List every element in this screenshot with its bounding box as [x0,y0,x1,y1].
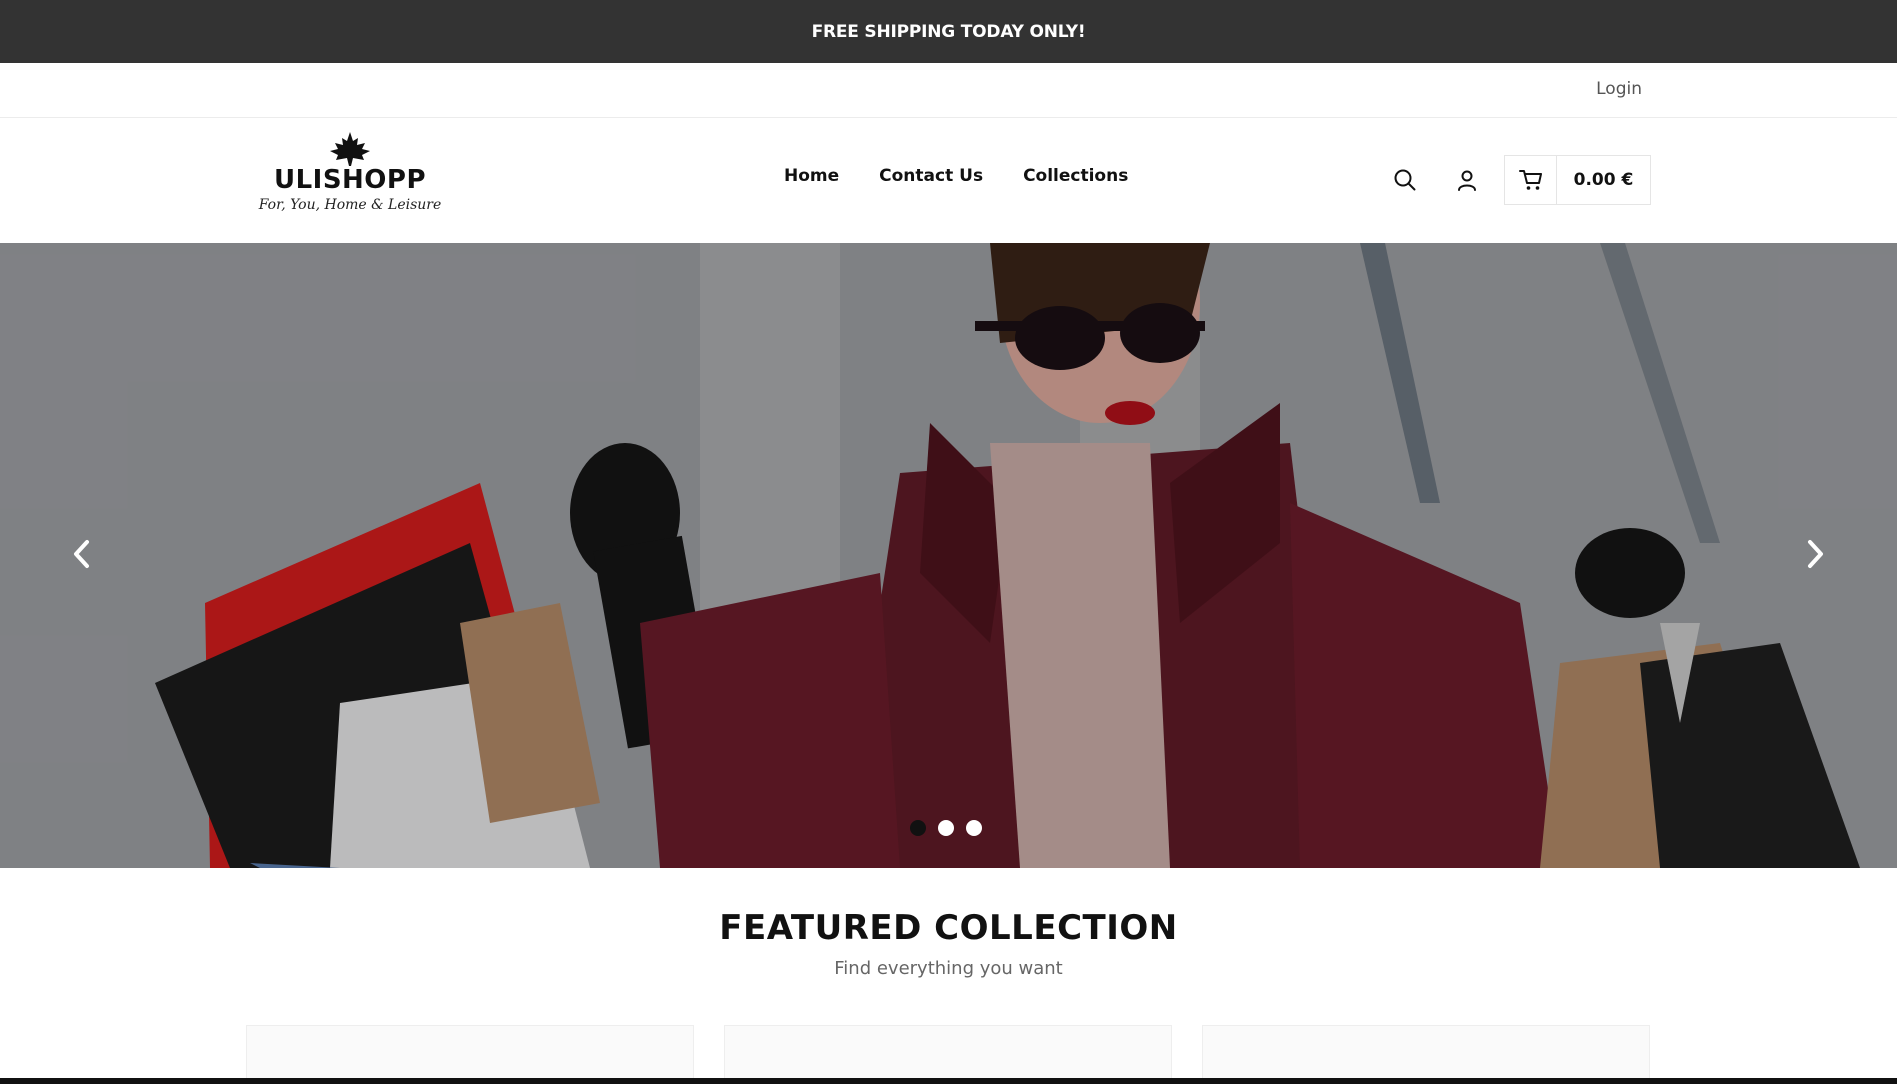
cart-total: 0.00 € [1573,170,1634,190]
slider-dot-2[interactable] [938,820,954,836]
login-link[interactable]: Login [1596,79,1642,99]
nav-home[interactable]: Home [784,166,839,186]
slider-prev-button[interactable] [62,529,102,579]
logo-tagline: For, You, Home & Leisure [258,197,442,213]
cart-icon [1518,170,1542,190]
top-utility-bar: Login [0,63,1897,118]
chevron-left-icon [74,540,89,568]
main-nav: Home Contact Us Collections [784,166,1128,186]
slider-dot-3[interactable] [966,820,982,836]
search-icon [1394,169,1416,191]
slider-next-button[interactable] [1795,529,1835,579]
logo[interactable]: ULISHOPP For, You, Home & Leisure [255,132,445,227]
cart-icon-wrap [1505,156,1557,204]
bottom-edge [0,1078,1897,1084]
product-card[interactable] [1202,1025,1650,1084]
slider-dot-1[interactable] [910,820,926,836]
product-card[interactable] [246,1025,694,1084]
user-icon [1458,170,1476,191]
cart-button[interactable]: 0.00 € [1504,155,1651,205]
featured-products [246,1025,1650,1084]
featured-title: FEATURED COLLECTION [719,908,1178,948]
featured-subtitle: Find everything you want [834,958,1063,979]
announcement-text: FREE SHIPPING TODAY ONLY! [811,21,1086,42]
logo-brand: ULISHOPP [273,165,427,195]
announcement-bar: FREE SHIPPING TODAY ONLY! [0,0,1897,63]
maple-leaf-icon [330,132,370,166]
nav-collections[interactable]: Collections [1023,166,1128,186]
account-button[interactable] [1452,165,1482,195]
product-card[interactable] [724,1025,1172,1084]
site-header: ULISHOPP For, You, Home & Leisure Home C… [0,118,1897,243]
chevron-right-icon [1808,540,1823,568]
search-button[interactable] [1390,165,1420,195]
hero-slider[interactable] [0,243,1897,868]
hero-overlay [0,243,1897,868]
nav-contact-us[interactable]: Contact Us [879,166,983,186]
slider-dots [910,820,982,836]
